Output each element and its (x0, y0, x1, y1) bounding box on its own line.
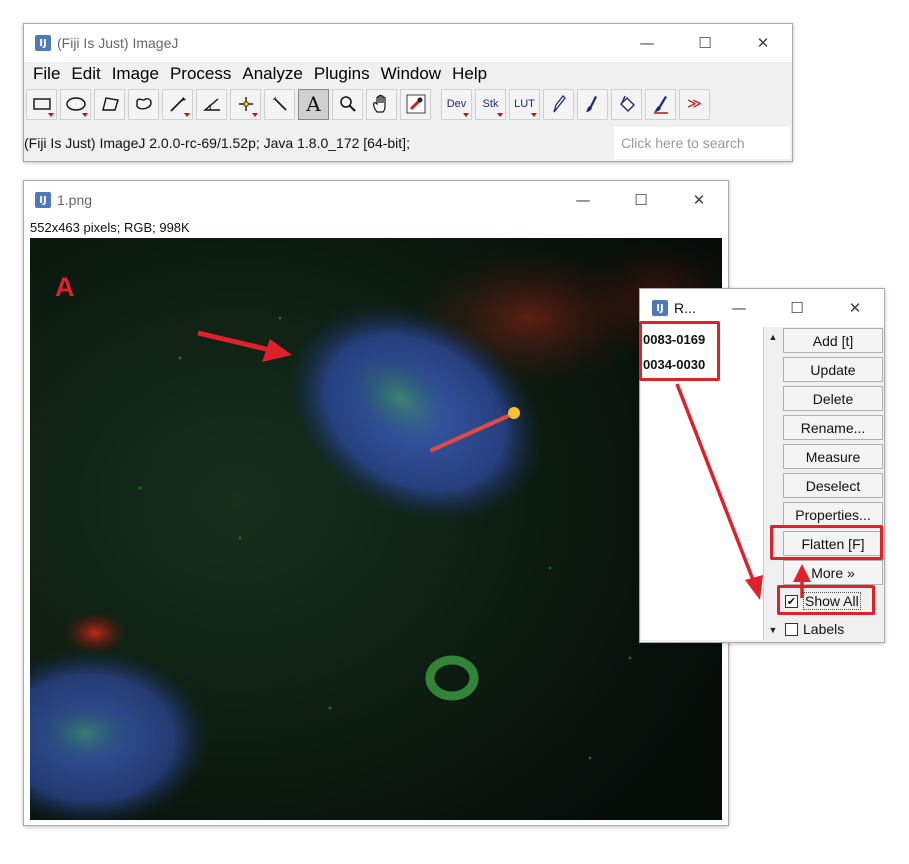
angle-tool-icon[interactable] (196, 88, 227, 120)
properties-button[interactable]: Properties... (783, 502, 883, 527)
add-button[interactable]: Add [t] (783, 328, 883, 353)
rename-button[interactable]: Rename... (783, 415, 883, 440)
tool-bar: A Dev Stk LUT ≫ (26, 87, 713, 121)
main-window-title: (Fiji Is Just) ImageJ (57, 35, 179, 51)
image-titlebar[interactable]: IJ 1.png — ☐ ✕ (24, 181, 728, 219)
dev-tool-button[interactable]: Dev (441, 88, 472, 120)
more-tools-button[interactable]: ≫ (679, 88, 710, 120)
image-info: 552x463 pixels; RGB; 998K (30, 220, 190, 235)
image-window: IJ 1.png — ☐ ✕ 552x463 pixels; RGB; 998K (23, 180, 729, 826)
lut-tool-button[interactable]: LUT (509, 88, 540, 120)
fiji-logo-icon: IJ (652, 300, 668, 316)
microscopy-image: A (30, 238, 722, 820)
more-tools-label: ≫ (687, 96, 702, 112)
fiji-logo-icon: IJ (35, 35, 51, 51)
flood-fill-tool-icon[interactable] (611, 88, 642, 120)
color-picker-tool-icon[interactable] (400, 88, 431, 120)
dev-tool-label: Dev (446, 98, 467, 110)
main-titlebar[interactable]: IJ (Fiji Is Just) ImageJ — ☐ ✕ (24, 24, 792, 62)
labels-check-icon (785, 622, 798, 636)
menu-analyze[interactable]: Analyze (242, 64, 302, 84)
freehand-tool-icon[interactable] (128, 88, 159, 120)
stk-tool-button[interactable]: Stk (475, 88, 506, 120)
rectangle-tool-icon[interactable] (26, 88, 57, 120)
menu-process[interactable]: Process (170, 64, 231, 84)
status-text: (Fiji Is Just) ImageJ 2.0.0-rc-69/1.52p;… (24, 135, 410, 151)
close-icon[interactable]: ✕ (826, 289, 884, 327)
line-tool-icon[interactable] (162, 88, 193, 120)
image-canvas[interactable]: A (30, 238, 722, 820)
menu-plugins[interactable]: Plugins (314, 64, 370, 84)
measure-button[interactable]: Measure (783, 444, 883, 469)
brush-tool-icon[interactable] (645, 88, 676, 120)
magnifier-tool-icon[interactable] (332, 88, 363, 120)
menu-file[interactable]: File (33, 64, 60, 84)
scroll-up-icon[interactable]: ▲ (766, 330, 780, 344)
close-icon[interactable]: ✕ (670, 181, 728, 219)
show-all-highlight (777, 585, 875, 615)
delete-button[interactable]: Delete (783, 386, 883, 411)
maximize-icon[interactable]: ☐ (676, 24, 734, 62)
menu-help[interactable]: Help (452, 64, 487, 84)
maximize-icon[interactable]: ☐ (768, 289, 826, 327)
paintbrush-tool-icon[interactable] (577, 88, 608, 120)
hand-tool-icon[interactable] (366, 88, 397, 120)
pencil-tool-icon[interactable] (543, 88, 574, 120)
lut-tool-label: LUT (514, 98, 535, 110)
update-button[interactable]: Update (783, 357, 883, 382)
menu-image[interactable]: Image (112, 64, 159, 84)
roi-items-highlight (639, 321, 720, 381)
flatten-highlight (770, 525, 883, 560)
menu-window[interactable]: Window (381, 64, 441, 84)
menu-bar: File Edit Image Process Analyze Plugins … (24, 62, 792, 86)
oval-tool-icon[interactable] (60, 88, 91, 120)
deselect-button[interactable]: Deselect (783, 473, 883, 498)
more-button[interactable]: More » (783, 560, 883, 585)
labels-checkbox[interactable]: Labels (785, 621, 844, 637)
search-input[interactable]: Click here to search (614, 127, 790, 159)
point-tool-icon[interactable] (230, 88, 261, 120)
polygon-tool-icon[interactable] (94, 88, 125, 120)
stk-tool-label: Stk (482, 98, 499, 110)
scroll-down-icon[interactable]: ▼ (766, 623, 780, 637)
fiji-logo-icon: IJ (35, 192, 51, 208)
labels-label: Labels (803, 621, 845, 637)
panel-label: A (55, 272, 75, 302)
image-window-title: 1.png (57, 192, 93, 208)
wand-tool-icon[interactable] (264, 88, 295, 120)
minimize-icon[interactable]: — (618, 24, 676, 62)
minimize-icon[interactable]: — (554, 181, 612, 219)
maximize-icon[interactable]: ☐ (612, 181, 670, 219)
search-placeholder: Click here to search (621, 135, 745, 151)
roi-window-title: R... (674, 300, 696, 316)
close-icon[interactable]: ✕ (734, 24, 792, 62)
text-tool-icon[interactable]: A (298, 88, 329, 120)
imagej-main-window: IJ (Fiji Is Just) ImageJ — ☐ ✕ File Edit… (23, 23, 793, 162)
menu-edit[interactable]: Edit (71, 64, 100, 84)
